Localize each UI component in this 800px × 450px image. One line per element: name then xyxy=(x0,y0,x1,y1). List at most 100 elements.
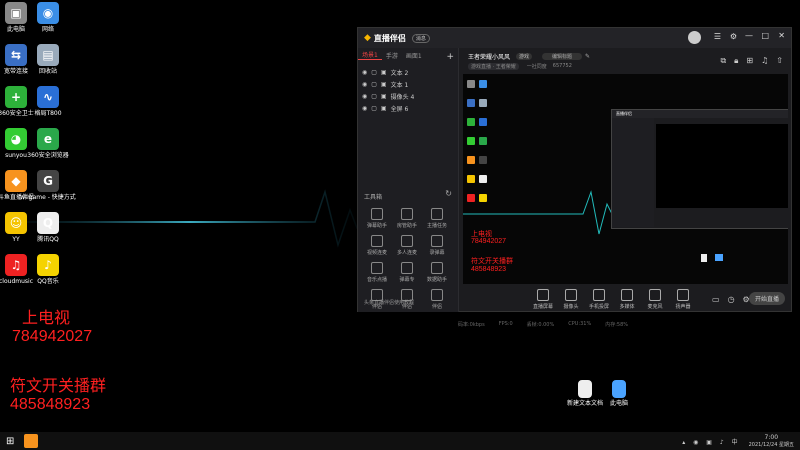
tool-icon xyxy=(371,208,383,220)
tools-title: 工具箱 xyxy=(364,194,383,201)
tab-scene[interactable]: 画面1 xyxy=(402,51,426,60)
tool-item[interactable]: 数据助手 xyxy=(422,262,452,283)
tool-item[interactable]: 弹幕助手 xyxy=(362,208,392,229)
tool-item[interactable]: 视频连麦 xyxy=(362,235,392,256)
tool-item[interactable]: 主播任务 xyxy=(422,208,452,229)
edit-icon[interactable]: ✎ xyxy=(585,53,590,60)
tool-label: 伴侣 xyxy=(431,304,442,310)
desktop-icon[interactable]: ∿ 格局T800 xyxy=(26,86,70,117)
windows-start-icon[interactable]: ⊞ xyxy=(6,436,14,447)
desktop-icon-label: 360安全浏览器 xyxy=(27,152,69,159)
eye-icon[interactable]: ◉ xyxy=(362,81,367,88)
mini-icon xyxy=(479,118,487,126)
tool-item[interactable]: 多人连麦 xyxy=(392,235,422,256)
status-bar: 码率:0kbps FPS:0 丢帧:0.00% CPU:31% 内存:58% xyxy=(458,321,791,331)
preview-red-2: 784942027 xyxy=(471,238,507,245)
source-button[interactable]: 摄像头 xyxy=(558,288,584,310)
avatar[interactable] xyxy=(688,31,701,44)
share-icon[interactable]: ⇧ xyxy=(776,56,783,66)
app-icon: ⇆ xyxy=(5,44,27,66)
app-logo-icon: ◆ xyxy=(364,33,371,43)
source-buttons: 直播屏幕 摄像头 手机投屏 多媒体 麦克风 扬声器 xyxy=(528,288,696,310)
timer-icon[interactable]: ◷ xyxy=(728,295,735,304)
source-button[interactable]: 手机投屏 xyxy=(586,288,612,310)
desktop-icon[interactable]: e 360安全浏览器 xyxy=(26,128,70,159)
record-icon[interactable]: ⧉ xyxy=(720,56,726,66)
desktop-icon-label: 此电脑 xyxy=(6,26,25,33)
close-icon[interactable]: ✕ xyxy=(778,31,785,40)
source-button-icon xyxy=(649,288,661,301)
mini-icon xyxy=(467,118,475,126)
camera-icon[interactable]: ▭ xyxy=(712,295,720,304)
desktop-icon-label: 回收站 xyxy=(38,68,57,75)
desktop-icon[interactable]: ▤ 回收站 xyxy=(26,44,70,75)
source-button[interactable]: 扬声器 xyxy=(670,288,696,310)
source-button-icon xyxy=(593,288,605,301)
tool-item[interactable]: 音乐点播 xyxy=(362,262,392,283)
file-icon xyxy=(612,380,626,398)
lock-icon[interactable]: ▢ xyxy=(371,93,377,100)
source-button[interactable]: 麦克风 xyxy=(642,288,668,310)
tool-icon xyxy=(401,262,413,274)
app-icon: G xyxy=(37,170,59,192)
desktop-icon[interactable]: Gwegame - 快捷方式 xyxy=(20,170,76,201)
source-button[interactable]: 多媒体 xyxy=(614,288,640,310)
tool-item[interactable]: 弹幕专 xyxy=(392,262,422,283)
taskbar-app-icon[interactable] xyxy=(24,434,39,448)
desktop-icon[interactable]: Q 腾讯QQ xyxy=(26,212,70,243)
scene-tabs: 场景1 手游 画面1 xyxy=(358,48,458,62)
tab-scene[interactable]: 场景1 xyxy=(358,50,382,60)
status-item: CPU:31% xyxy=(568,321,592,327)
lock-icon[interactable]: ▢ xyxy=(371,105,377,112)
bag-icon[interactable]: ⊞ xyxy=(746,56,753,66)
app-icon: Q xyxy=(37,212,59,234)
mini-icon xyxy=(467,80,475,88)
eye-icon[interactable]: ◉ xyxy=(362,69,367,76)
live-preview[interactable]: 上电视 784942027 符文开关播群 485848923 直播伴侣 xyxy=(463,74,788,284)
source-item[interactable]: ◉ ▢ ▣ 全屏 6 xyxy=(358,102,458,114)
tool-icon xyxy=(431,235,443,247)
tool-label: 弹幕助手 xyxy=(366,223,387,229)
source-button-label: 多媒体 xyxy=(619,303,635,310)
app-titlebar: ◆ 直播伴侣 消息 ☰ ⚙ — □ ✕ xyxy=(358,28,791,48)
edit-title-button[interactable]: 编辑标题 xyxy=(542,53,583,60)
source-item[interactable]: ◉ ▢ ▣ 文本 2 xyxy=(358,66,458,78)
desktop-icon-label: 腾讯QQ xyxy=(37,236,59,243)
room-title: 王者荣耀小风风 xyxy=(468,54,511,61)
mini-icon xyxy=(467,137,475,145)
source-button[interactable]: 直播屏幕 xyxy=(530,288,556,310)
tray-icons[interactable]: ▴ ◉ ▣ ♪ 中 xyxy=(682,437,740,446)
add-source-icon[interactable]: + xyxy=(446,52,454,62)
eye-icon[interactable]: ◉ xyxy=(362,105,367,112)
desktop-icon[interactable]: 此电脑 xyxy=(597,380,641,407)
eye-icon[interactable]: ◉ xyxy=(362,93,367,100)
app-badge[interactable]: 消息 xyxy=(411,33,430,43)
tool-item[interactable]: 伴侣 xyxy=(422,289,452,310)
category-label[interactable]: 游戏直播 · 王者荣耀 xyxy=(468,63,519,70)
bell-icon[interactable]: ♫ xyxy=(761,56,768,66)
settings-icon[interactable]: ⚙ xyxy=(730,32,737,41)
lock-icon[interactable]: 🔒︎ xyxy=(734,56,738,66)
maximize-icon[interactable]: □ xyxy=(761,31,769,40)
desktop-icon[interactable]: ♪ QQ音乐 xyxy=(26,254,70,285)
menu-icon[interactable]: ☰ xyxy=(714,32,721,41)
minimize-icon[interactable]: — xyxy=(745,31,753,40)
room-tag[interactable]: 游戏 xyxy=(516,53,533,60)
clock-date[interactable]: 2021/12/24 星期五 xyxy=(749,441,794,448)
refresh-icon[interactable]: ↻ xyxy=(445,189,452,198)
clock-time[interactable]: 7:00 xyxy=(765,434,778,441)
tab-scene[interactable]: 手游 xyxy=(382,51,402,60)
mini-icon xyxy=(479,99,487,107)
overlay-line4: 485848923 xyxy=(10,396,91,413)
tool-item[interactable]: 录弹幕 xyxy=(422,235,452,256)
source-item[interactable]: ◉ ▢ ▣ 摄像头 4 xyxy=(358,90,458,102)
lock-icon[interactable]: ▢ xyxy=(371,69,377,76)
start-live-button[interactable]: 开始直播 xyxy=(749,292,785,305)
preview-pc-icon xyxy=(715,254,723,261)
lock-icon[interactable]: ▢ xyxy=(371,81,377,88)
source-item[interactable]: ◉ ▢ ▣ 文本 1 xyxy=(358,78,458,90)
desktop-icon[interactable]: ◉ 网络 xyxy=(26,2,70,33)
desktop-icon-label: wegame - 快捷方式 xyxy=(20,194,76,201)
desktop-icon-label: YY xyxy=(12,236,20,243)
tool-item[interactable]: 房管助手 xyxy=(392,208,422,229)
